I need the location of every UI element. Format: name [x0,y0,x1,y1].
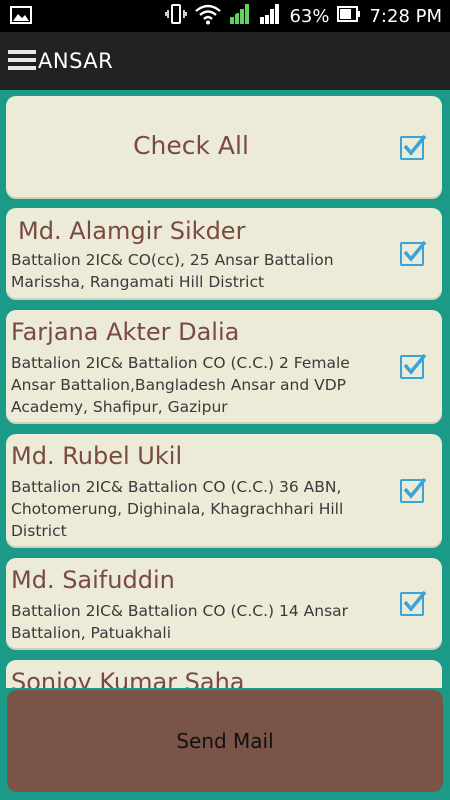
officer-description: Battalion 2IC& Battalion CO (C.C.) 14 An… [11,602,349,642]
send-mail-button[interactable]: Send Mail [7,690,443,792]
list-item[interactable]: Md. Rubel Ukil Battalion 2IC& Battalion … [6,434,442,548]
officer-description: Battalion 2IC& Battalion CO (C.C.) 2 Fem… [11,354,350,416]
clock: 7:28 PM [369,5,442,27]
vibrate-icon [165,3,188,30]
battery-percent: 63% [289,5,330,27]
list-item[interactable]: Md. Saifuddin Battalion 2IC& Battalion C… [6,558,442,650]
battery-icon [337,5,361,27]
svg-text:1: 1 [232,7,238,17]
send-bar: Send Mail [0,688,450,800]
list-item[interactable]: Md. Alamgir Sikder Battalion 2IC& CO(cc)… [6,208,442,300]
checkmark-icon [403,134,427,156]
checkmark-icon [403,477,427,499]
app-bar: ANSAR [0,32,450,90]
signal-sim2-icon [259,3,281,30]
gallery-notification-icon [10,6,32,28]
officer-name: Md. Alamgir Sikder [18,217,246,245]
officer-name: Farjana Akter Dalia [11,318,240,346]
status-bar: 1 63% 7:28 PM [0,0,450,32]
check-all-checkbox[interactable] [400,134,427,160]
officer-name: Md. Rubel Ukil [11,442,183,470]
checkmark-icon [403,240,427,262]
signal-sim1-icon: 1 [229,3,251,30]
officer-description: Battalion 2IC& Battalion CO (C.C.) 36 AB… [11,478,344,540]
officer-checkbox[interactable] [400,353,427,379]
officer-checkbox[interactable] [400,240,427,266]
officer-checkbox[interactable] [400,590,427,616]
check-all-row[interactable]: Check All [6,96,442,199]
check-all-label: Check All [133,131,249,160]
app-title: ANSAR [38,49,114,73]
checkmark-icon [403,590,427,612]
officer-description: Battalion 2IC& CO(cc), 25 Ansar Battalio… [11,251,334,291]
menu-icon[interactable] [8,50,36,70]
officer-checkbox[interactable] [400,477,427,503]
checkmark-icon [403,353,427,375]
list-item[interactable]: Farjana Akter Dalia Battalion 2IC& Batta… [6,310,442,424]
officer-name: Md. Saifuddin [11,566,175,594]
wifi-icon [195,3,222,30]
